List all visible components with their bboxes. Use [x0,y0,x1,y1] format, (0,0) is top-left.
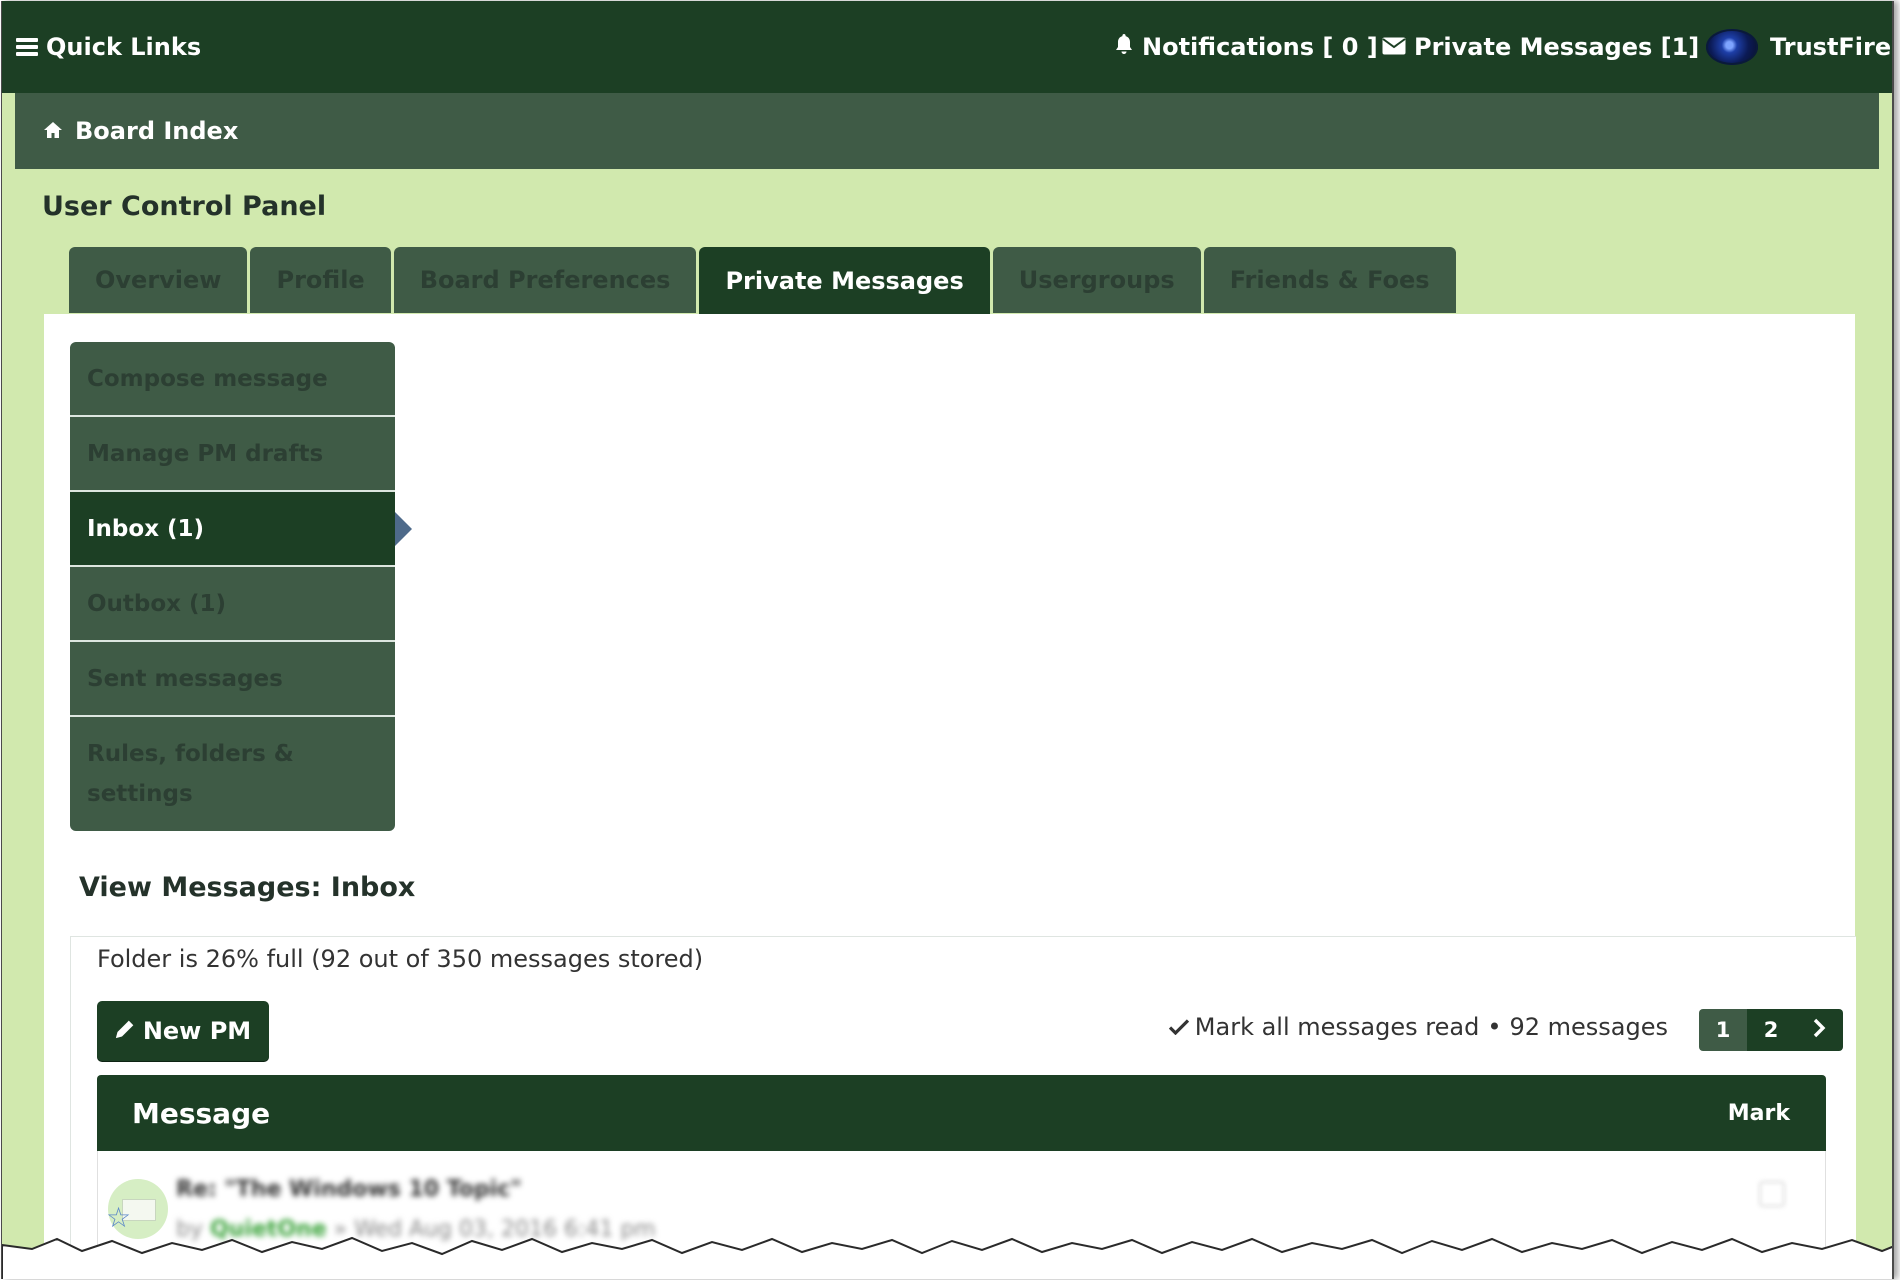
tab-overview[interactable]: Overview [69,247,248,313]
new-pm-label: New PM [142,1017,252,1045]
new-pm-button[interactable]: New PM [97,1001,269,1061]
mark-all-read-label: Mark all messages read [1194,1013,1480,1041]
menu-outbox[interactable]: Outbox (1) [70,567,395,642]
private-messages-link[interactable]: Private Messages [1] [1382,1,1699,93]
separator-dot: • [1487,1013,1502,1041]
messages-table-header: Message Mark [97,1075,1826,1151]
menu-compose-message[interactable]: Compose message [70,342,395,417]
quick-links-menu[interactable]: Quick Links [16,1,201,93]
menu-sent-messages[interactable]: Sent messages [70,642,395,717]
mark-checkbox[interactable] [1759,1181,1785,1207]
checkmark-icon [1168,1013,1189,1041]
avatar [1706,29,1758,65]
menu-inbox[interactable]: Inbox (1) [70,492,412,567]
envelope-icon [1382,33,1406,61]
tab-friends-foes[interactable]: Friends & Foes [1203,247,1456,313]
page-frame: Quick Links Notifications [ 0 ] Private … [1,1,1894,1279]
home-icon [43,117,63,145]
user-profile-link[interactable]: TrustFire [1706,1,1891,93]
notifications-label: Notifications [ 0 ] [1142,33,1378,61]
board-index-link[interactable]: Board Index [75,117,238,145]
hamburger-icon [16,38,38,56]
column-mark: Mark [1727,1101,1790,1126]
bell-icon [1114,33,1134,61]
view-messages-title: View Messages: Inbox [79,872,416,903]
tab-usergroups[interactable]: Usergroups [992,247,1201,313]
pencil-icon [115,1017,135,1045]
chevron-right-icon [1812,1018,1826,1043]
breadcrumb: Board Index [15,93,1879,169]
message-count: 92 messages [1509,1013,1668,1041]
notifications-link[interactable]: Notifications [ 0 ] [1114,1,1378,93]
column-message: Message [132,1097,271,1130]
folder-usage-info: Folder is 26% full (92 out of 350 messag… [97,945,704,973]
inbox-actions: Mark all messages read • 92 messages [1168,1013,1668,1041]
mark-all-read-link[interactable]: Mark all messages read [1168,1013,1480,1041]
pm-side-menu: Compose message Manage PM drafts Inbox (… [70,342,412,831]
tab-board-preferences[interactable]: Board Preferences [393,247,697,313]
tab-profile[interactable]: Profile [250,247,391,313]
pagination: 1 2 [1699,1009,1843,1051]
menu-rules-folders-settings[interactable]: Rules, folders & settings [70,717,395,831]
menu-manage-pm-drafts[interactable]: Manage PM drafts [70,417,395,492]
ucp-tabs: Overview Profile Board Preferences Priva… [69,247,1456,315]
star-icon: ☆ [106,1201,132,1234]
username-label: TrustFire [1770,33,1892,61]
pm-status-icon: ☆ [106,1179,168,1239]
private-messages-label: Private Messages [1] [1414,33,1700,61]
next-page-button[interactable] [1795,1009,1843,1051]
message-subject[interactable]: Re: "The Windows 10 Topic" [176,1177,522,1202]
torn-edge [2,1236,1892,1279]
page-title: User Control Panel [42,191,327,222]
top-navbar: Quick Links Notifications [ 0 ] Private … [2,1,1892,93]
quick-links-label: Quick Links [46,33,202,61]
page-1-button[interactable]: 1 [1699,1009,1747,1051]
messages-box: Folder is 26% full (92 out of 350 messag… [70,936,1856,1279]
tab-private-messages[interactable]: Private Messages [699,247,990,315]
page-2-button[interactable]: 2 [1747,1009,1795,1051]
content-panel: Compose message Manage PM drafts Inbox (… [44,314,1856,1279]
